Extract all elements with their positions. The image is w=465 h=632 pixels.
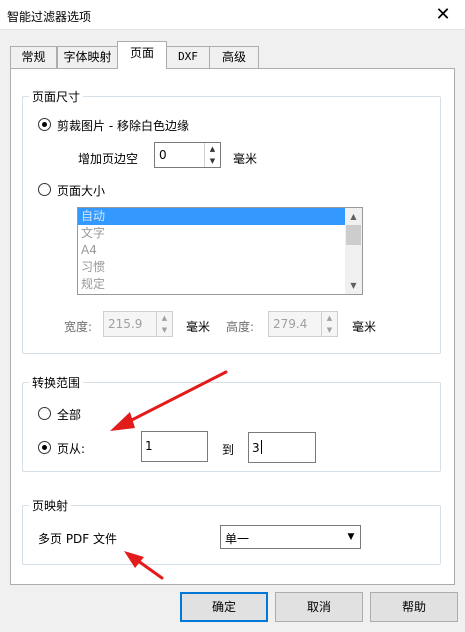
width-unit: 毫米 [186, 320, 211, 334]
add-margin-value: 0 [159, 148, 167, 162]
crop-radio[interactable] [38, 118, 51, 131]
page-from-value: 1 [145, 439, 153, 453]
stepper-up-icon[interactable]: ▲ [205, 143, 220, 155]
list-item[interactable]: 习惯 [78, 259, 362, 276]
list-item[interactable]: 规定 [78, 276, 362, 293]
add-margin-label: 增加页边空 [78, 152, 139, 166]
page-size-group-title: 页面尺寸 [29, 88, 84, 105]
list-item[interactable]: 文字 [78, 225, 362, 242]
height-label: 高度: [226, 320, 255, 334]
page-mapping-value: 单一 [225, 532, 250, 546]
page-size-list[interactable]: 自动 文字 A4 习惯 规定 ▲ ▼ [77, 207, 363, 295]
panel-content: 页面尺寸 剪裁图片 - 移除白色边缘 增加页边空 0 ▲ ▼ 毫米 页面大小 自… [0, 0, 465, 632]
add-margin-stepper[interactable]: 0 ▲ ▼ [154, 142, 221, 168]
add-margin-unit: 毫米 [233, 152, 258, 166]
width-stepper[interactable]: 215.9 ▲ ▼ [103, 311, 173, 337]
stepper-arrows: ▲ ▼ [204, 143, 220, 167]
height-unit: 毫米 [352, 320, 377, 334]
page-range-label: 页从: [57, 442, 86, 456]
page-size-option-label: 页面大小 [57, 184, 106, 198]
stepper-arrows: ▲ ▼ [321, 312, 337, 336]
page-mapping-select[interactable]: 单一 ▼ [220, 525, 361, 549]
height-stepper[interactable]: 279.4 ▲ ▼ [268, 311, 338, 337]
page-mapping-label: 多页 PDF 文件 [38, 532, 118, 546]
all-pages-label: 全部 [57, 408, 82, 422]
height-value: 279.4 [273, 317, 308, 331]
stepper-arrows: ▲ ▼ [156, 312, 172, 336]
list-scrollbar[interactable]: ▲ ▼ [345, 208, 362, 294]
stepper-up-icon[interactable]: ▲ [157, 312, 172, 324]
width-label: 宽度: [64, 320, 93, 334]
page-mapping-group-title: 页映射 [29, 497, 72, 514]
page-range-radio[interactable] [38, 441, 51, 454]
page-to-input[interactable]: 3 [248, 432, 316, 463]
page-to-field: 3 [252, 440, 262, 455]
width-value: 215.9 [108, 317, 143, 331]
text-caret [260, 440, 262, 454]
crop-option-label: 剪裁图片 - 移除白色边缘 [57, 119, 189, 133]
chevron-down-icon[interactable]: ▼ [342, 526, 360, 548]
list-item[interactable]: 自动 [78, 208, 362, 225]
page-size-radio[interactable] [38, 183, 51, 196]
to-label: 到 [222, 443, 235, 457]
page-from-input[interactable]: 1 [141, 431, 208, 462]
convert-range-group-title: 转换范围 [29, 374, 84, 391]
all-pages-radio[interactable] [38, 407, 51, 420]
scroll-up-icon[interactable]: ▲ [345, 208, 362, 225]
scroll-thumb[interactable] [346, 225, 361, 245]
stepper-down-icon[interactable]: ▼ [157, 324, 172, 336]
list-item[interactable]: A4 [78, 242, 362, 259]
stepper-down-icon[interactable]: ▼ [322, 324, 337, 336]
scroll-down-icon[interactable]: ▼ [345, 277, 362, 294]
page-to-value: 3 [252, 441, 260, 455]
stepper-up-icon[interactable]: ▲ [322, 312, 337, 324]
stepper-down-icon[interactable]: ▼ [205, 155, 220, 167]
convert-range-group [22, 382, 441, 472]
